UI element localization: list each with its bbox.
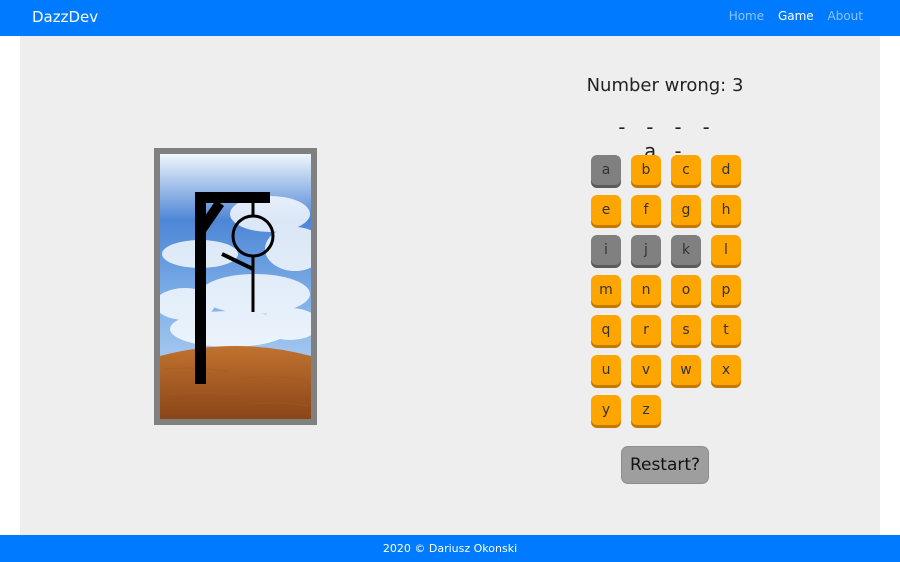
letter-button-d[interactable]: d — [711, 155, 741, 185]
letter-button-c[interactable]: c — [671, 155, 701, 185]
letter-button-m[interactable]: m — [591, 275, 621, 305]
letter-button-i[interactable]: i — [591, 235, 621, 265]
letter-button-y[interactable]: y — [591, 395, 621, 425]
letter-button-h[interactable]: h — [711, 195, 741, 225]
letter-button-a[interactable]: a — [591, 155, 621, 185]
letter-button-o[interactable]: o — [671, 275, 701, 305]
letter-button-p[interactable]: p — [711, 275, 741, 305]
footer: 2020 © Dariusz Okonski — [0, 535, 900, 562]
letter-button-e[interactable]: e — [591, 195, 621, 225]
word-display: - - - - a - — [615, 115, 715, 163]
nav-link-about[interactable]: About — [828, 9, 863, 23]
letter-button-z[interactable]: z — [631, 395, 661, 425]
restart-button[interactable]: Restart? — [621, 446, 709, 484]
letter-button-x[interactable]: x — [711, 355, 741, 385]
nav-links: Home Game About — [719, 9, 863, 23]
hangman-drawing — [160, 154, 311, 419]
hangman-picture — [154, 148, 317, 425]
letter-button-s[interactable]: s — [671, 315, 701, 345]
game-panel: Number wrong: 3 - - - - a - abcd efgh ijkl… — [20, 36, 880, 535]
letter-button-k[interactable]: k — [671, 235, 701, 265]
letter-button-f[interactable]: f — [631, 195, 661, 225]
letter-button-n[interactable]: n — [631, 275, 661, 305]
letter-button-g[interactable]: g — [671, 195, 701, 225]
navbar: DazzDev Home Game About — [0, 0, 900, 36]
letter-button-l[interactable]: l — [711, 235, 741, 265]
nav-link-home[interactable]: Home — [729, 9, 764, 23]
brand-link[interactable]: DazzDev — [32, 8, 98, 26]
letter-button-v[interactable]: v — [631, 355, 661, 385]
letter-button-r[interactable]: r — [631, 315, 661, 345]
letter-button-b[interactable]: b — [631, 155, 661, 185]
wrong-count: Number wrong: 3 — [586, 75, 744, 96]
letter-button-u[interactable]: u — [591, 355, 621, 385]
ground — [160, 346, 311, 419]
letter-button-w[interactable]: w — [671, 355, 701, 385]
nav-link-game[interactable]: Game — [778, 9, 814, 23]
letter-button-t[interactable]: t — [711, 315, 741, 345]
letter-button-q[interactable]: q — [591, 315, 621, 345]
letter-button-j[interactable]: j — [631, 235, 661, 265]
